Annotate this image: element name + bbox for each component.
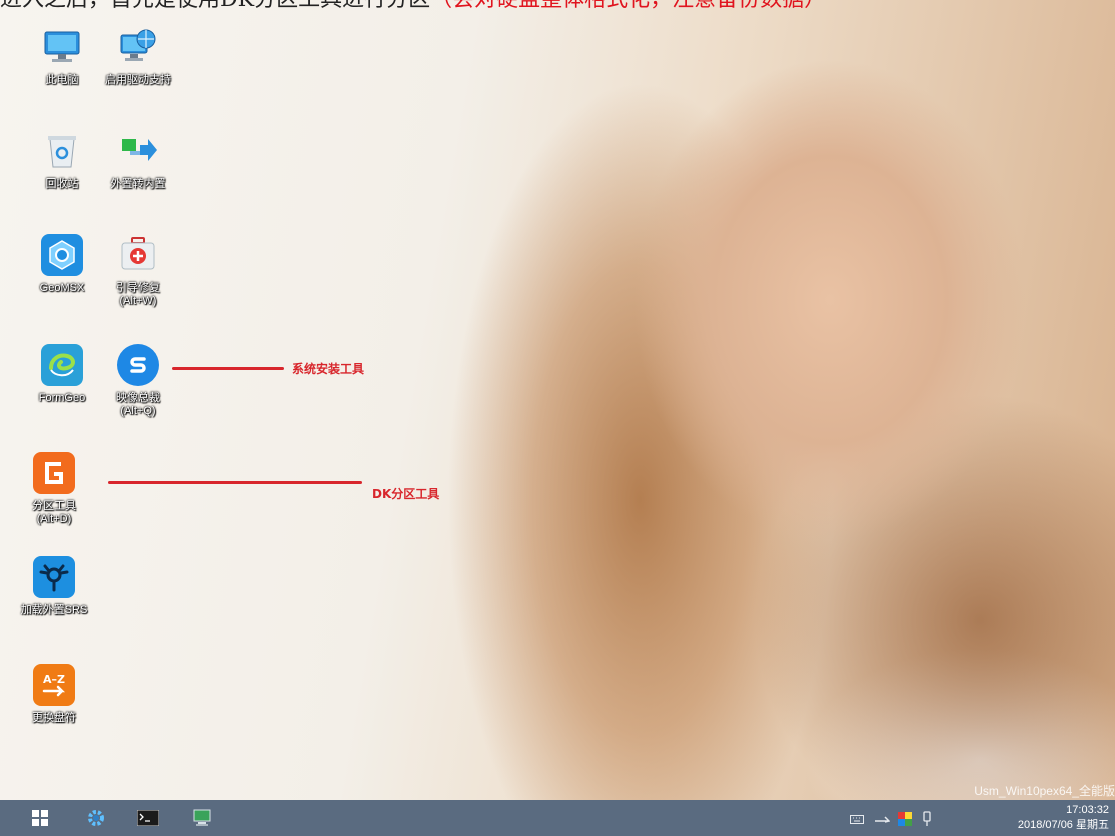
diskgenius-icon [33, 452, 75, 494]
desktop-icon-partition-tool[interactable]: 分区工具 (Alt+D) [14, 452, 94, 526]
desktop-icon-geomsx[interactable]: GeoMSX [22, 234, 102, 295]
desktop-icon-image-master[interactable]: 映像总裁 (Alt+Q) [98, 344, 178, 418]
computer-icon [41, 26, 83, 68]
desktop-icon-formgeo[interactable]: FormGeo [22, 344, 102, 405]
desktop-icon-boot-repair[interactable]: 引导修复 (Alt+W) [98, 234, 178, 308]
color-display-icon[interactable] [898, 812, 912, 826]
network-computer-icon [117, 26, 159, 68]
network-icon[interactable] [874, 812, 890, 826]
caption-text: 进入之后，首先是使用DK分区工具进行分区（会对硬盘整体格式化，注意备份数据） [0, 0, 1115, 14]
icon-label: 启用驱动支持 [105, 74, 171, 86]
formgeo-icon [41, 344, 83, 386]
clock-date: 2018/07/06 星期五 [1017, 819, 1109, 831]
icon-label: 分区工具 [32, 500, 76, 512]
desktop-icon-enable-driver-support[interactable]: 启用驱动支持 [98, 26, 178, 87]
desktop-icon-external-to-internal[interactable]: 外置转内置 [98, 130, 178, 191]
icon-label: 引导修复 [116, 282, 160, 294]
annotation-line-system-install [172, 367, 284, 370]
recycle-bin-icon [41, 130, 83, 172]
annotation-line-dk-partition [108, 481, 362, 484]
icon-shortcut: (Alt+Q) [120, 405, 156, 417]
annotation-system-install: 系统安装工具 [292, 362, 365, 376]
desktop-icon-change-drive-letter[interactable]: A–Z 更换盘符 [14, 664, 94, 725]
usb-icon[interactable] [922, 811, 932, 826]
icon-label: 更换盘符 [32, 712, 76, 724]
watermark-text: Usm_Win10pex64_全能版 [974, 784, 1115, 798]
settings-gear-icon[interactable] [84, 806, 108, 830]
icon-label: 映像总裁 [116, 392, 160, 404]
taskbar-clock[interactable]: 17:03:32 2018/07/06 星期五 [1018, 803, 1109, 833]
desktop-icon-recycle-bin[interactable]: 回收站 [22, 130, 102, 191]
svg-text:A–Z: A–Z [43, 673, 65, 686]
terminal-icon[interactable] [136, 806, 160, 830]
keyboard-icon[interactable] [850, 812, 864, 826]
transfer-arrow-icon [117, 130, 159, 172]
first-aid-icon [117, 234, 159, 276]
clock-time: 17:03:32 [1066, 804, 1109, 816]
monitor-icon[interactable] [190, 806, 214, 830]
icon-label: 外置转内置 [110, 178, 166, 190]
geomsx-icon [41, 234, 83, 276]
icon-label: 回收站 [45, 178, 79, 190]
firewire-icon [33, 556, 75, 598]
taskbar: 17:03:32 2018/07/06 星期五 [0, 800, 1115, 836]
icon-label: FormGeo [38, 392, 86, 404]
icon-label: GeoMSX [39, 282, 85, 294]
az-icon: A–Z [33, 664, 75, 706]
icon-shortcut: (Alt+W) [119, 295, 157, 307]
desktop-icon-load-external-srs[interactable]: 加载外置SRS [14, 556, 94, 617]
icon-shortcut: (Alt+D) [36, 513, 72, 525]
icon-label: 此电脑 [45, 74, 79, 86]
icon-label: 加载外置SRS [20, 604, 88, 616]
annotation-dk-partition: DK分区工具 [372, 487, 440, 501]
start-icon[interactable] [28, 806, 52, 830]
desktop-icon-this-pc[interactable]: 此电脑 [22, 26, 102, 87]
sgi-icon [117, 344, 159, 386]
